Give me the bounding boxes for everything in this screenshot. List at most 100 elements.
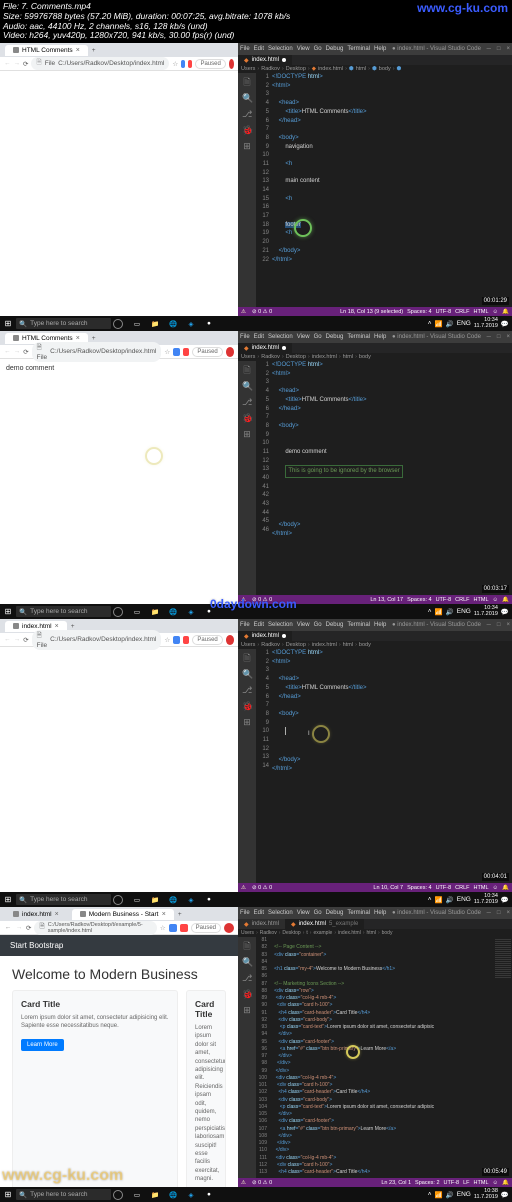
close-icon[interactable]: × (506, 46, 510, 52)
debug-icon[interactable]: 🐞 (242, 125, 252, 135)
back-button[interactable]: ← (4, 60, 11, 67)
paused-badge[interactable]: Paused (195, 59, 225, 69)
tab-close-icon[interactable]: × (76, 47, 80, 54)
source-control-icon[interactable]: ⎇ (242, 397, 252, 407)
navbar-brand[interactable]: Start Bootstrap (10, 941, 63, 950)
network-icon[interactable]: 📶 (435, 320, 443, 328)
browser-tab[interactable]: HTML Comments × (5, 45, 88, 56)
editor-body: 🗎 🔍 ⎇ 🐞 ⊞ 123456789101112131415161718192… (238, 73, 512, 307)
bookmark-icon[interactable]: ☆ (172, 60, 178, 68)
vscode-menu: File Edit Selection View Go Debug Termin… (240, 46, 386, 52)
card: Card Title Lorem ipsum dolor sit amet, c… (186, 990, 226, 1187)
menu-terminal[interactable]: Terminal (347, 46, 370, 52)
browser-tab-bar: HTML Comments × + (0, 43, 238, 57)
watermark-cgku: www.cg-ku.com (417, 2, 508, 16)
task-view-icon[interactable]: ▭ (129, 318, 145, 329)
chrome-app[interactable]: 🌐 (165, 318, 181, 329)
cortana-icon[interactable] (113, 319, 123, 329)
video-timestamp: 00:03:17 (482, 585, 509, 593)
spaces[interactable]: Spaces: 4 (407, 309, 431, 315)
cursor-highlight-circle (294, 219, 312, 237)
cursor-highlight (145, 447, 163, 465)
problems-icon[interactable]: ⚠ (241, 309, 246, 315)
explorer-icon[interactable]: 🗎 (242, 365, 252, 375)
reload-button[interactable]: ⟳ (23, 60, 28, 68)
new-tab-button[interactable]: + (92, 335, 96, 342)
watermark-cgku: www.cg-ku.com (2, 1167, 123, 1185)
debug-icon[interactable]: 🐞 (242, 413, 252, 423)
explorer-icon[interactable]: 🗎 (242, 77, 252, 87)
panel-4: index.html× Modern Business - Start Boot… (0, 907, 512, 1187)
breadcrumb[interactable]: Users› Radkov› Desktop› ◆index.html› ⬢ht… (238, 65, 512, 73)
card-title: Card Title (21, 999, 169, 1009)
code-editor[interactable]: 12345678910111213141516171819202122 <!DO… (256, 73, 512, 307)
tab-label: index.html (252, 57, 279, 63)
tray-chevron[interactable]: ˄ (428, 320, 432, 327)
start-button[interactable]: ⊞ (0, 319, 16, 328)
bookmark-icon[interactable]: ☆ (164, 348, 170, 356)
modified-indicator (282, 58, 286, 62)
profile-avatar[interactable] (229, 59, 234, 69)
profile-avatar[interactable] (226, 347, 234, 357)
line-numbers: 12345678910111213141516171819202122 (256, 73, 272, 307)
tab-close-icon[interactable]: × (76, 335, 80, 342)
menu-view[interactable]: View (297, 46, 310, 52)
explorer-app[interactable]: 📁 (147, 318, 163, 329)
reload-button[interactable]: ⟳ (23, 348, 28, 356)
extension-icon[interactable] (183, 348, 190, 356)
extension-icon[interactable] (173, 348, 180, 356)
new-tab-button[interactable]: + (92, 47, 96, 54)
cursor-position[interactable]: Ln 18, Col 13 (9 selected) (340, 309, 403, 315)
clock[interactable]: 10:3411.7.2019 (474, 318, 498, 329)
search-icon[interactable]: 🔍 (242, 381, 252, 391)
menu-go[interactable]: Go (314, 46, 322, 52)
cortana-icon[interactable] (113, 607, 123, 617)
notifications-icon[interactable]: 🔔 (502, 309, 509, 315)
feedback-icon[interactable]: ☺ (493, 309, 499, 315)
language-indicator[interactable]: ENG (457, 320, 471, 327)
start-button[interactable]: ⊞ (0, 607, 16, 616)
forward-button[interactable]: → (14, 60, 21, 67)
editor-tab[interactable]: ◆ index.html (238, 55, 292, 65)
menu-selection[interactable]: Selection (268, 46, 293, 52)
tab-favicon (13, 47, 19, 53)
vscode-titlebar: File Edit Selection View Go Debug Termin… (238, 43, 512, 55)
minimize-icon[interactable]: ─ (487, 46, 491, 52)
menu-debug[interactable]: Debug (326, 46, 344, 52)
encoding[interactable]: UTF-8 (436, 309, 452, 315)
eol[interactable]: CRLF (455, 309, 469, 315)
extension-icon[interactable] (181, 60, 185, 68)
taskbar-search[interactable]: 🔍Type here to search (16, 606, 111, 617)
code-content[interactable]: <!DOCTYPE html> <html> <head> <title>HTM… (272, 73, 512, 307)
paused-badge[interactable]: Paused (192, 347, 222, 357)
address-bar[interactable]: 🗎 File C:/Users/Radkov/Desktop/index.htm… (31, 57, 169, 70)
cursor-highlight (346, 1045, 360, 1059)
card-text: Lorem ipsum dolor sit amet, consectetur … (21, 1014, 169, 1031)
action-center-icon[interactable]: 💬 (501, 320, 509, 328)
menu-edit[interactable]: Edit (254, 46, 264, 52)
taskbar-search[interactable]: 🔍 Type here to search (16, 318, 111, 329)
extensions-icon[interactable]: ⊞ (242, 141, 252, 151)
page-heading: Welcome to Modern Business (12, 966, 226, 982)
extension-icon[interactable] (188, 60, 192, 68)
volume-icon[interactable]: 🔊 (446, 320, 454, 328)
status-bar: ⚠ ⊘ 0 ⚠ 0 Ln 18, Col 13 (9 selected) Spa… (238, 307, 512, 316)
video-timestamp: 00:01:29 (482, 297, 509, 305)
learn-more-button[interactable]: Learn More (21, 1039, 64, 1051)
vscode-app[interactable]: ◈ (183, 318, 199, 329)
menu-file[interactable]: File (240, 46, 250, 52)
minimap[interactable] (494, 937, 512, 1178)
demo-text: demo comment (6, 365, 54, 372)
forward-button[interactable]: → (14, 348, 21, 355)
menu-help[interactable]: Help (374, 46, 386, 52)
back-button[interactable]: ← (4, 348, 11, 355)
extensions-icon[interactable]: ⊞ (242, 429, 252, 439)
app-icon[interactable]: ● (201, 318, 217, 329)
maximize-icon[interactable]: □ (497, 46, 501, 52)
activity-bar: 🗎 🔍 ⎇ 🐞 ⊞ (238, 73, 256, 307)
search-icon[interactable]: 🔍 (242, 93, 252, 103)
vscode-window: File Edit Selection View Go Debug Termin… (238, 43, 512, 316)
language[interactable]: HTML (474, 309, 489, 315)
error-count[interactable]: ⊘ 0 ⚠ 0 (252, 309, 272, 315)
source-control-icon[interactable]: ⎇ (242, 109, 252, 119)
